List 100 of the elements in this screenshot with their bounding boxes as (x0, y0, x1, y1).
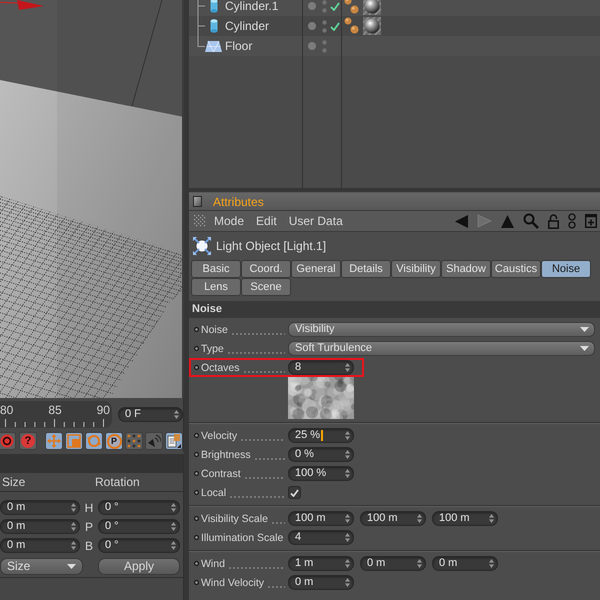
ring-icon[interactable] (194, 535, 199, 540)
object-name[interactable]: Cylinder (225, 20, 270, 32)
number-field[interactable]: 0 m (0, 519, 80, 534)
ring-icon[interactable] (194, 490, 199, 495)
plus-box-icon[interactable] (585, 214, 597, 228)
left-triangle-icon[interactable] (455, 214, 468, 228)
tab[interactable]: Scene (241, 278, 291, 296)
object-row[interactable]: Cylinder.1 (189, 0, 600, 16)
grip-icon[interactable] (194, 215, 206, 227)
tab[interactable]: Basic (191, 260, 241, 278)
spinner-arrows-icon[interactable] (71, 522, 76, 531)
ring-icon[interactable] (194, 346, 199, 351)
number-field[interactable]: 0 % (288, 447, 354, 462)
apply-button[interactable]: Apply (98, 558, 180, 574)
tab[interactable]: Visibility (391, 260, 441, 278)
menu-item[interactable]: Mode (214, 215, 244, 227)
ring-icon[interactable] (194, 452, 199, 457)
tab[interactable]: Details (341, 260, 391, 278)
field-label: Noise (201, 324, 288, 336)
tab[interactable]: Lens (191, 278, 241, 296)
status-dot-icon[interactable] (308, 22, 316, 30)
dropdown[interactable]: Size (0, 558, 83, 574)
number-field[interactable]: 4 (288, 530, 354, 545)
number-field[interactable]: 8 (288, 360, 354, 375)
check-icon[interactable] (330, 2, 340, 10)
frame-field[interactable]: 0 F (118, 406, 183, 422)
stacked-dots-icon[interactable] (322, 40, 327, 52)
status-dot-icon[interactable] (308, 2, 316, 10)
timeline-ruler[interactable]: 80 85 90 (0, 400, 112, 428)
spinner-arrows-icon[interactable] (171, 522, 176, 531)
number-field[interactable]: 100 % (288, 466, 354, 481)
number-field[interactable]: 100 m (288, 511, 354, 526)
ring-icon[interactable] (194, 561, 199, 566)
lock-icon[interactable] (548, 214, 559, 228)
ring-icon[interactable] (194, 516, 199, 521)
number-field[interactable]: 0 ° (98, 519, 180, 534)
spinner-arrows-icon[interactable] (345, 578, 350, 587)
object-name[interactable]: Cylinder.1 (225, 0, 278, 12)
stacked-dots-icon[interactable] (322, 20, 327, 32)
field-label: Type (201, 342, 288, 354)
tab[interactable]: Coord. (241, 260, 291, 278)
number-field[interactable]: 0 m (432, 556, 498, 571)
spinner-arrows-icon[interactable] (171, 541, 176, 550)
caret-down-icon[interactable] (580, 327, 589, 332)
number-field[interactable]: 0 ° (98, 538, 180, 553)
spinner-arrows-icon[interactable] (345, 431, 350, 440)
spinner-arrows-icon[interactable] (71, 541, 76, 550)
spinner-arrows-icon[interactable] (71, 503, 76, 512)
two-balls-icon[interactable] (344, 17, 359, 35)
number-field[interactable]: 100 m (432, 511, 498, 526)
spinner-arrows-icon[interactable] (345, 450, 350, 459)
material-sphere-icon[interactable] (363, 17, 381, 35)
ring-icon[interactable] (194, 327, 199, 332)
spinner-arrows-icon[interactable] (489, 559, 494, 568)
ring-icon[interactable] (194, 433, 199, 438)
status-dot-icon[interactable] (308, 42, 316, 50)
two-balls-icon[interactable] (344, 0, 359, 15)
spinner-arrows-icon[interactable] (345, 559, 350, 568)
checkbox[interactable] (288, 486, 301, 499)
spinner-arrows-icon[interactable] (345, 514, 350, 523)
tab[interactable]: General (291, 260, 341, 278)
dropdown[interactable]: Soft Turbulence (288, 341, 595, 356)
spinner-arrows-icon[interactable] (489, 514, 494, 523)
number-field[interactable]: 100 m (360, 511, 426, 526)
viewport-scene-drawing[interactable] (0, 0, 184, 398)
number-field[interactable]: 25 % (288, 428, 354, 443)
number-field[interactable]: 0 m (360, 556, 426, 571)
object-name[interactable]: Floor (225, 40, 252, 52)
tab[interactable]: Caustics (491, 260, 541, 278)
caret-down-icon[interactable] (580, 346, 589, 351)
stacked-dots-icon[interactable] (322, 0, 327, 12)
spinner-arrows-icon[interactable] (345, 533, 350, 542)
menu-item[interactable]: Edit (256, 215, 277, 227)
number-field[interactable]: 0 ° (98, 500, 180, 515)
number-field[interactable]: 0 m (0, 538, 80, 553)
square-icon[interactable] (193, 196, 202, 207)
material-sphere-icon[interactable] (363, 0, 381, 15)
spinner-arrows-icon[interactable] (174, 410, 179, 418)
menu-item[interactable]: User Data (288, 215, 343, 227)
spinner-arrows-icon[interactable] (417, 514, 422, 523)
ring-icon[interactable] (194, 580, 199, 585)
number-field[interactable]: 0 m (288, 575, 354, 590)
spinner-arrows-icon[interactable] (171, 503, 176, 512)
tab[interactable]: Noise (541, 260, 591, 278)
tab[interactable]: Shadow (441, 260, 491, 278)
object-row[interactable]: Floor (189, 36, 600, 56)
spinner-arrows-icon[interactable] (417, 559, 422, 568)
check-icon[interactable] (330, 22, 340, 30)
ring-icon[interactable] (194, 365, 199, 370)
spinner-arrows-icon[interactable] (345, 363, 350, 372)
caret-down-icon[interactable] (67, 564, 76, 568)
spinner-arrows-icon[interactable] (345, 469, 350, 478)
tool-button[interactable] (165, 432, 183, 450)
number-field[interactable]: 0 m (0, 500, 80, 515)
up-triangle-icon[interactable] (501, 214, 514, 228)
dropdown[interactable]: Visibility (288, 322, 595, 337)
stacked-rings-icon[interactable] (568, 213, 576, 229)
number-field[interactable]: 1 m (288, 556, 354, 571)
search-icon[interactable] (523, 213, 539, 229)
ring-icon[interactable] (194, 471, 199, 476)
